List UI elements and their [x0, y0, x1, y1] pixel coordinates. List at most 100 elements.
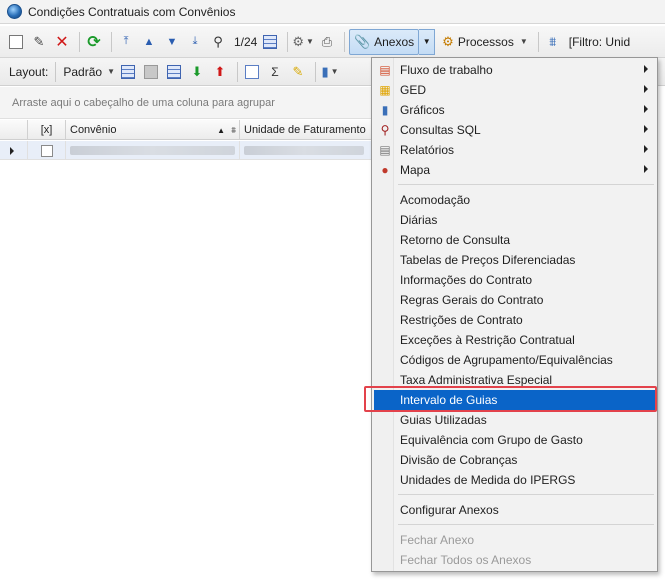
paperclip-icon: 📎 [353, 33, 371, 49]
menu-item-codigos-agrupamento[interactable]: Códigos de Agrupamento/Equivalências [374, 350, 656, 370]
menu-item-divisao-de-cobrancas[interactable]: Divisão de Cobranças [374, 450, 656, 470]
menu-item-ged[interactable]: ▦ GED [374, 80, 656, 100]
toolbar-separator [237, 61, 238, 82]
menu-separator [398, 184, 654, 185]
submenu-arrow-icon [644, 145, 648, 153]
chart-icon: ▮ [381, 103, 389, 117]
last-record-icon[interactable]: ⤓ [185, 31, 205, 53]
search-binoculars-icon[interactable]: ⚲ [208, 31, 228, 53]
menu-item-equivalencia-grupo-gasto[interactable]: Equivalência com Grupo de Gasto [374, 430, 656, 450]
group-icon[interactable] [242, 61, 262, 83]
toolbar-separator [55, 61, 57, 82]
row-indicator [0, 141, 28, 160]
processos-dropdown-arrow: ▼ [519, 37, 528, 46]
menu-separator [398, 524, 654, 525]
menu-item-unidades-de-medida[interactable]: Unidades de Medida do IPERGS [374, 470, 656, 490]
padrao-label: Padrão [63, 64, 103, 79]
toolbar-separator [537, 31, 539, 52]
menu-item-mapa[interactable]: ● Mapa [374, 160, 656, 180]
current-row-arrow-icon [10, 146, 14, 155]
calendar-grid-icon[interactable] [260, 31, 280, 53]
app-logo-icon [7, 4, 22, 19]
column-header-select[interactable]: [x] [28, 120, 66, 140]
menu-item-regras-gerais[interactable]: Regras Gerais do Contrato [374, 290, 656, 310]
anexos-dropdown-button[interactable]: ▼ [419, 28, 436, 55]
selection-highlight-annotation [364, 386, 657, 412]
menu-item-guias-utilizadas[interactable]: Guias Utilizadas [374, 410, 656, 430]
menu-item-fluxo-de-trabalho[interactable]: ▤ Fluxo de trabalho [374, 60, 656, 80]
new-record-icon[interactable] [6, 31, 26, 53]
submenu-arrow-icon [644, 105, 648, 113]
menu-item-configurar-anexos[interactable]: Configurar Anexos [374, 500, 656, 520]
menu-item-consultas-sql[interactable]: ⚲ Consultas SQL [374, 120, 656, 140]
group-by-panel[interactable]: Arraste aqui o cabeçalho de uma coluna p… [0, 87, 372, 119]
redacted-value [70, 146, 235, 155]
ged-icon: ▦ [379, 83, 391, 97]
highlight-icon[interactable]: ✎ [288, 61, 308, 83]
print-icon[interactable]: ⎙ [317, 31, 337, 53]
grid-header: [x] Convênio ▲ ⩩ Unidade de Faturamento [0, 120, 372, 140]
sort-ascending-icon: ▲ [217, 125, 225, 135]
convenio-cell [66, 141, 240, 160]
menu-item-acomodacao[interactable]: Acomodação [374, 190, 656, 210]
column-header-convenio[interactable]: Convênio ▲ ⩩ [66, 120, 240, 140]
delete-record-icon[interactable]: ✕ [52, 31, 72, 53]
menu-item-tabelas-de-precos[interactable]: Tabelas de Preços Diferenciadas [374, 250, 656, 270]
layout-dropdown[interactable]: Padrão ▼ [60, 61, 115, 83]
anexos-label: Anexos [374, 34, 415, 49]
map-pin-icon: ● [381, 163, 389, 177]
main-toolbar: ✎ ✕ ⟳ ⤒ ▲ ▼ ⤓ ⚲ 1/24 ⚙ ▼ ⎙ 📎 Anexos ▼ ⚙ P… [0, 26, 665, 58]
submenu-arrow-icon [644, 65, 648, 73]
title-bar: Condições Contratuais com Convênios [0, 0, 665, 24]
table-row[interactable] [0, 141, 372, 160]
anexos-dropdown-menu: ▤ Fluxo de trabalho ▦ GED ▮ Gráficos ⚲ C… [371, 57, 658, 572]
menu-item-fechar-anexo: Fechar Anexo [400, 533, 475, 547]
menu-item-informacoes-do-contrato[interactable]: Informações do Contrato [374, 270, 656, 290]
menu-item-diarias[interactable]: Diárias [374, 210, 656, 230]
layout-delete-icon[interactable] [141, 61, 161, 83]
toolbar-separator [79, 31, 80, 52]
chevron-down-icon: ▼ [107, 67, 115, 76]
export-layout-icon[interactable]: ⬆ [210, 61, 230, 83]
submenu-arrow-icon [644, 125, 648, 133]
sum-icon[interactable]: Σ [265, 61, 285, 83]
layout-label: Layout: [9, 64, 49, 79]
first-record-icon[interactable]: ⤒ [116, 31, 136, 53]
menu-item-fechar-todos-anexos: Fechar Todos os Anexos [400, 553, 532, 567]
menu-separator [398, 494, 654, 495]
gears-icon: ⚙ [442, 33, 454, 49]
menu-item-graficos[interactable]: ▮ Gráficos [374, 100, 656, 120]
row-checkbox-cell [28, 141, 66, 160]
filter-label[interactable]: [Filtro: Unid [566, 35, 633, 49]
layout-columns-icon[interactable] [164, 61, 184, 83]
filter-icon[interactable]: ⩩ [543, 31, 563, 53]
unidade-cell [240, 141, 372, 160]
record-position: 1/24 [234, 34, 258, 49]
group-hint: Arraste aqui o cabeçalho de uma coluna p… [12, 96, 275, 109]
filter-icon[interactable]: ⩩ [231, 125, 236, 136]
workflow-icon: ▤ [379, 63, 391, 77]
menu-item-retorno-de-consulta[interactable]: Retorno de Consulta [374, 230, 656, 250]
anexos-button[interactable]: 📎 Anexos [348, 28, 420, 55]
edit-record-icon[interactable]: ✎ [29, 31, 49, 53]
toolbar-separator [315, 61, 316, 82]
import-layout-icon[interactable]: ⬇ [187, 61, 207, 83]
toolbar-separator [343, 31, 345, 52]
menu-item-restricoes-de-contrato[interactable]: Restrições de Contrato [374, 310, 656, 330]
processos-button[interactable]: ⚙ Processos ▼ [439, 31, 531, 53]
row-checkbox[interactable] [40, 144, 53, 157]
sql-query-icon: ⚲ [380, 123, 390, 137]
toolbar-separator [111, 31, 112, 52]
column-header-unidade-faturamento[interactable]: Unidade de Faturamento [240, 120, 372, 140]
toolbar-separator [287, 31, 289, 52]
refresh-icon[interactable]: ⟳ [84, 31, 104, 53]
chart-icon[interactable]: ▮ ▼ [320, 61, 340, 83]
processos-label: Processos [457, 34, 514, 49]
plugin-icon[interactable]: ⚙ ▼ [292, 31, 314, 53]
window-title: Condições Contratuais com Convênios [28, 4, 236, 19]
previous-record-icon[interactable]: ▲ [139, 31, 159, 53]
layout-save-icon[interactable] [118, 61, 138, 83]
next-record-icon[interactable]: ▼ [162, 31, 182, 53]
menu-item-relatorios[interactable]: ▤ Relatórios [374, 140, 656, 160]
menu-item-excecoes-restricao[interactable]: Exceções à Restrição Contratual [374, 330, 656, 350]
